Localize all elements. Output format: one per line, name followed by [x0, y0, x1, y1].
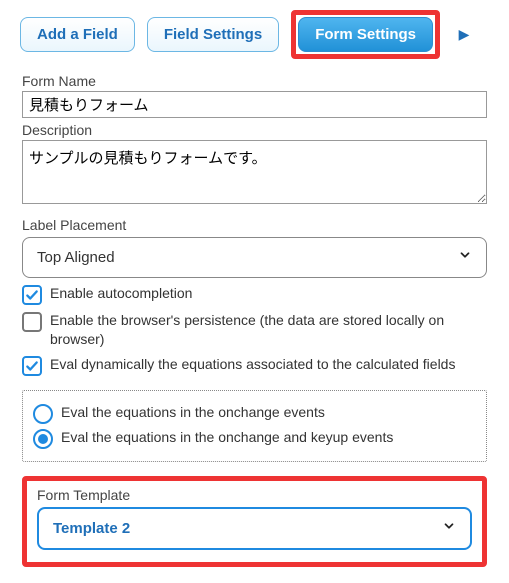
- chevron-right-icon: ▶: [459, 26, 470, 43]
- tab-bar: Add a Field Field Settings Form Settings…: [20, 10, 489, 59]
- check-icon: [25, 288, 39, 302]
- persistence-checkbox[interactable]: [22, 312, 42, 332]
- description-textarea[interactable]: サンプルの見積もりフォームです。: [22, 140, 487, 204]
- form-template-label: Form Template: [37, 487, 472, 503]
- autocomplete-checkbox[interactable]: [22, 285, 42, 305]
- radio-dot-icon: [38, 434, 48, 444]
- form-name-input[interactable]: [22, 91, 487, 118]
- form-template-value: Template 2: [53, 520, 130, 537]
- eval-onchange-radio[interactable]: [33, 404, 53, 424]
- form-name-label: Form Name: [22, 73, 487, 89]
- label-placement-value: Top Aligned: [37, 249, 115, 266]
- highlight-form-settings: Form Settings: [291, 10, 440, 59]
- persistence-label: Enable the browser's persistence (the da…: [50, 311, 487, 349]
- eval-dynamic-checkbox[interactable]: [22, 356, 42, 376]
- form-settings-panel: Form Name Description サンプルの見積もりフォームです。 L…: [20, 73, 489, 573]
- label-placement-select[interactable]: Top Aligned: [22, 237, 487, 278]
- form-template-select[interactable]: Template 2: [37, 507, 472, 550]
- chevron-down-icon: [442, 519, 456, 538]
- check-icon: [25, 359, 39, 373]
- tab-form-settings[interactable]: Form Settings: [298, 17, 433, 52]
- eval-mode-radiogroup: Eval the equations in the onchange event…: [22, 390, 487, 462]
- tab-field-settings[interactable]: Field Settings: [147, 17, 279, 52]
- description-label: Description: [22, 122, 487, 138]
- highlight-form-template: Form Template Template 2: [22, 476, 487, 567]
- chevron-down-icon: [458, 248, 472, 267]
- eval-onchange-keyup-label: Eval the equations in the onchange and k…: [61, 428, 393, 447]
- label-placement-label: Label Placement: [22, 217, 487, 233]
- eval-onchange-label: Eval the equations in the onchange event…: [61, 403, 325, 422]
- tab-add-field[interactable]: Add a Field: [20, 17, 135, 52]
- eval-dynamic-label: Eval dynamically the equations associate…: [50, 355, 455, 374]
- autocomplete-label: Enable autocompletion: [50, 284, 192, 303]
- eval-onchange-keyup-radio[interactable]: [33, 429, 53, 449]
- tabs-more-button[interactable]: ▶: [452, 26, 476, 43]
